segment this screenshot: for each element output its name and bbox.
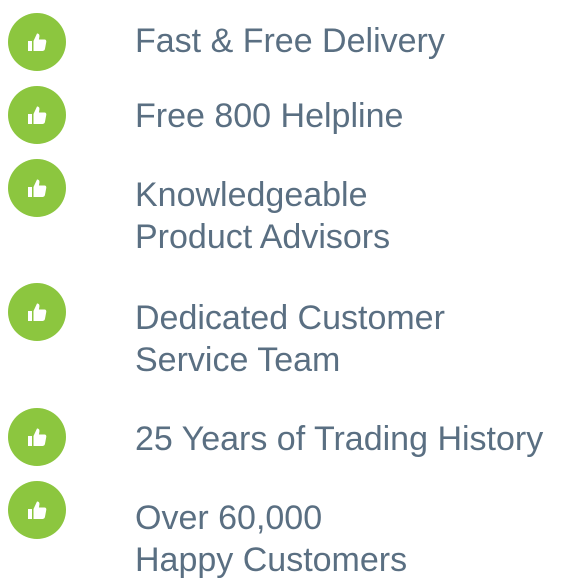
- thumbs-up-icon: [8, 481, 66, 539]
- feature-line: Service Team: [135, 341, 341, 379]
- feature-line: Product Advisors: [135, 218, 391, 256]
- feature-label: 25 Years of Trading History: [135, 418, 543, 460]
- thumbs-up-icon: [8, 86, 66, 144]
- feature-line: Happy Customers: [135, 541, 408, 579]
- thumbs-up-icon: [8, 13, 66, 71]
- thumbs-up-icon: [8, 408, 66, 466]
- feature-line: Fast & Free Delivery: [135, 22, 445, 60]
- feature-line: Knowledgeable: [135, 176, 368, 214]
- feature-label: Over 60,000 Happy Customers: [135, 497, 407, 581]
- feature-label: Dedicated Customer Service Team: [135, 297, 445, 381]
- feature-label: Fast & Free Delivery: [135, 20, 445, 62]
- thumbs-up-icon: [8, 283, 66, 341]
- feature-label: Knowledgeable Product Advisors: [135, 174, 390, 258]
- thumbs-up-icon: [8, 159, 66, 217]
- feature-line: Dedicated Customer: [135, 299, 445, 337]
- feature-list: Fast & Free Delivery Free 800 Helpline K…: [0, 0, 586, 583]
- feature-line: Over 60,000: [135, 499, 323, 537]
- feature-line: Free 800 Helpline: [135, 97, 404, 135]
- feature-line: 25 Years of Trading History: [135, 420, 544, 458]
- feature-label: Free 800 Helpline: [135, 95, 403, 137]
